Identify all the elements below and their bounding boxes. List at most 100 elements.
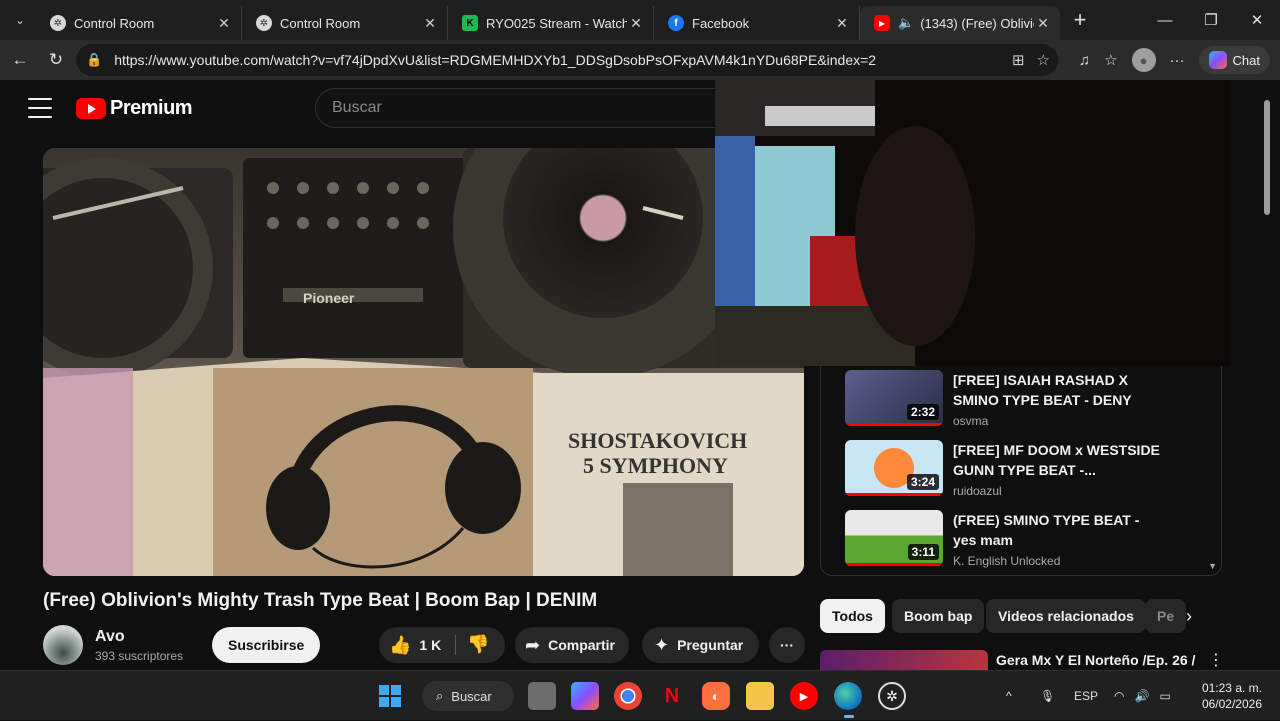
netflix-icon[interactable]: N bbox=[658, 682, 686, 710]
tab-facebook[interactable]: f Facebook ✕ bbox=[654, 6, 860, 40]
control-room-icon: ✲ bbox=[50, 15, 66, 31]
windows-start-icon[interactable] bbox=[376, 682, 404, 710]
video-thumbnail[interactable] bbox=[820, 650, 988, 670]
show-hidden-icons[interactable]: ^ bbox=[1006, 671, 1012, 721]
facebook-icon: f bbox=[668, 15, 684, 31]
refresh-icon[interactable]: ↻ bbox=[40, 44, 72, 76]
scroll-down-arrow-icon[interactable]: ▼ bbox=[1208, 561, 1217, 571]
favorite-star-icon[interactable]: ☆ bbox=[1037, 51, 1050, 69]
copilot-chat-button[interactable]: Chat bbox=[1198, 46, 1270, 74]
camera-feed-image bbox=[715, 80, 1231, 366]
page-scrollbar[interactable] bbox=[1262, 82, 1272, 666]
wifi-icon[interactable]: ◠ bbox=[1114, 689, 1124, 703]
close-window-icon[interactable]: ✕ bbox=[1234, 0, 1280, 40]
like-count[interactable]: 1 K bbox=[419, 637, 441, 653]
new-tab-button[interactable]: + bbox=[1064, 4, 1096, 36]
watch-progress-bar bbox=[845, 423, 943, 426]
channel-avatar[interactable] bbox=[43, 625, 83, 665]
video-thumbnail[interactable]: 3:11 bbox=[845, 510, 943, 566]
dislike-thumbs-down-icon[interactable]: 👎 bbox=[467, 634, 489, 655]
youtube-app-icon[interactable]: ▶ bbox=[790, 682, 818, 710]
chip-related-videos[interactable]: Videos relacionados bbox=[986, 599, 1146, 633]
camera-overlay bbox=[715, 80, 1231, 366]
like-dislike-group: 👍 1 K 👎 bbox=[379, 627, 505, 663]
close-tab-icon[interactable]: ✕ bbox=[421, 15, 439, 32]
profile-avatar[interactable]: ● bbox=[1131, 48, 1156, 72]
active-app-indicator bbox=[844, 715, 854, 718]
like-thumbs-up-icon[interactable]: 👍 bbox=[389, 635, 411, 656]
tab-youtube-active[interactable]: ▶ 🔈 (1343) (Free) Oblivion's ✕ bbox=[860, 6, 1060, 40]
tab-list-button[interactable]: ⌄ bbox=[4, 4, 36, 36]
app-available-icon[interactable]: ⊞ bbox=[1012, 51, 1025, 69]
search-box[interactable] bbox=[315, 88, 735, 128]
battery-icon[interactable]: ▭ bbox=[1159, 689, 1170, 703]
url-text[interactable]: https://www.youtube.com/watch?v=vf74jDpd… bbox=[114, 52, 876, 68]
file-explorer-icon[interactable] bbox=[746, 682, 774, 710]
youtube-page: Premium Buscar Pioneer SHOSTAKOVICH 5 SY… bbox=[0, 80, 1280, 670]
address-bar[interactable]: 🔒 https://www.youtube.com/watch?v=vf74jD… bbox=[76, 44, 1058, 76]
lock-icon[interactable]: 🔒 bbox=[86, 52, 102, 68]
video-player[interactable]: Pioneer SHOSTAKOVICH 5 SYMPHONY bbox=[43, 148, 804, 576]
taskbar-search[interactable]: ⌕ Buscar bbox=[422, 681, 514, 711]
chevron-right-icon[interactable]: › bbox=[1186, 606, 1192, 627]
back-arrow-icon[interactable]: ← bbox=[4, 44, 36, 76]
watch-progress-bar bbox=[845, 563, 943, 566]
share-button[interactable]: ➦ Compartir bbox=[515, 627, 629, 663]
chip-partial[interactable]: Pe bbox=[1145, 599, 1187, 633]
copilot-icon bbox=[1208, 51, 1227, 69]
speaker-icon[interactable]: 🔈 bbox=[898, 15, 914, 31]
tab-kick-stream[interactable]: K RYO025 Stream - Watch Live ✕ bbox=[448, 6, 654, 40]
ask-button[interactable]: ✦ Preguntar bbox=[642, 627, 760, 663]
youtube-premium-logo[interactable]: Premium bbox=[76, 97, 193, 120]
more-actions-button[interactable]: ··· bbox=[769, 627, 805, 663]
browser-tab-bar: ⌄ ✲ Control Room ✕ ✲ Control Room ✕ K RY… bbox=[0, 0, 1280, 40]
close-tab-icon[interactable]: ✕ bbox=[1034, 15, 1052, 32]
close-tab-icon[interactable]: ✕ bbox=[833, 15, 851, 32]
tab-control-room-1[interactable]: ✲ Control Room ✕ bbox=[36, 6, 242, 40]
close-tab-icon[interactable]: ✕ bbox=[215, 15, 233, 32]
menu-hamburger-icon[interactable] bbox=[28, 98, 52, 118]
chip-todos[interactable]: Todos bbox=[820, 599, 885, 633]
system-clock[interactable]: 01:23 a. m. 06/02/2026 bbox=[1202, 680, 1262, 712]
openai-icon[interactable]: ✲ bbox=[878, 682, 906, 710]
restore-icon[interactable]: ❐ bbox=[1188, 0, 1234, 40]
share-arrow-icon: ➦ bbox=[525, 634, 541, 655]
control-room-icon: ✲ bbox=[256, 15, 272, 31]
youtube-icon: ▶ bbox=[874, 15, 890, 31]
chip-boom-bap[interactable]: Boom bap bbox=[892, 599, 985, 633]
related-video-item[interactable]: 3:11 (FREE) SMINO TYPE BEAT - yes mam K.… bbox=[845, 510, 1205, 570]
volume-icon[interactable]: 🔊 bbox=[1134, 689, 1149, 703]
more-vert-icon[interactable]: ⋮ bbox=[1208, 650, 1222, 670]
extensions-icon[interactable]: ♫ bbox=[1079, 52, 1090, 69]
related-video-item[interactable]: 2:32 [FREE] ISAIAH RASHAD X SMINO TYPE B… bbox=[845, 370, 1205, 430]
search-icon: ⌕ bbox=[436, 688, 444, 703]
scrollbar-thumb[interactable] bbox=[1264, 100, 1270, 215]
more-menu-icon[interactable]: ··· bbox=[1170, 52, 1185, 69]
windows-taskbar: ⌕ Buscar N ◐ ▶ ✲ ^ 🎙 ESP ◠ 🔊 ▭ 01:23 a. … bbox=[0, 670, 1280, 720]
close-tab-icon[interactable]: ✕ bbox=[627, 15, 645, 32]
subscribe-button[interactable]: Suscribirse bbox=[212, 627, 321, 663]
language-indicator[interactable]: ESP bbox=[1074, 671, 1098, 721]
channel-row: Avo 393 suscriptores Suscribirse 👍 1 K 👎… bbox=[43, 625, 813, 665]
kick-icon: K bbox=[462, 15, 478, 31]
browser-toolbar: ← ↻ 🔒 https://www.youtube.com/watch?v=vf… bbox=[0, 40, 1280, 80]
tab-control-room-2[interactable]: ✲ Control Room ✕ bbox=[242, 6, 448, 40]
crunchyroll-icon[interactable]: ◐ bbox=[702, 682, 730, 710]
next-related-video[interactable]: Gera Mx Y El Norteño /Ep. 26 / ⋮ bbox=[820, 650, 1222, 670]
task-view-icon[interactable] bbox=[528, 682, 556, 710]
video-thumbnail[interactable]: 2:32 bbox=[845, 370, 943, 426]
copilot-icon[interactable] bbox=[571, 682, 599, 710]
microphone-icon[interactable]: 🎙 bbox=[1040, 671, 1055, 721]
svg-text:SHOSTAKOVICH: SHOSTAKOVICH bbox=[568, 428, 747, 453]
minimize-icon[interactable]: — bbox=[1142, 0, 1188, 40]
chrome-icon[interactable] bbox=[614, 682, 642, 710]
favorites-icon[interactable]: ☆ bbox=[1104, 51, 1117, 69]
channel-name[interactable]: Avo bbox=[95, 628, 125, 646]
sparkle-icon: ✦ bbox=[654, 634, 670, 655]
search-input[interactable] bbox=[332, 99, 734, 117]
edge-icon[interactable] bbox=[834, 682, 862, 710]
youtube-play-icon bbox=[76, 98, 106, 119]
related-video-item[interactable]: 3:24 [FREE] MF DOOM x WESTSIDE GUNN TYPE… bbox=[845, 440, 1205, 500]
filter-chips: Todos Boom bap Videos relacionados Pe bbox=[820, 599, 1222, 633]
video-thumbnail[interactable]: 3:24 bbox=[845, 440, 943, 496]
